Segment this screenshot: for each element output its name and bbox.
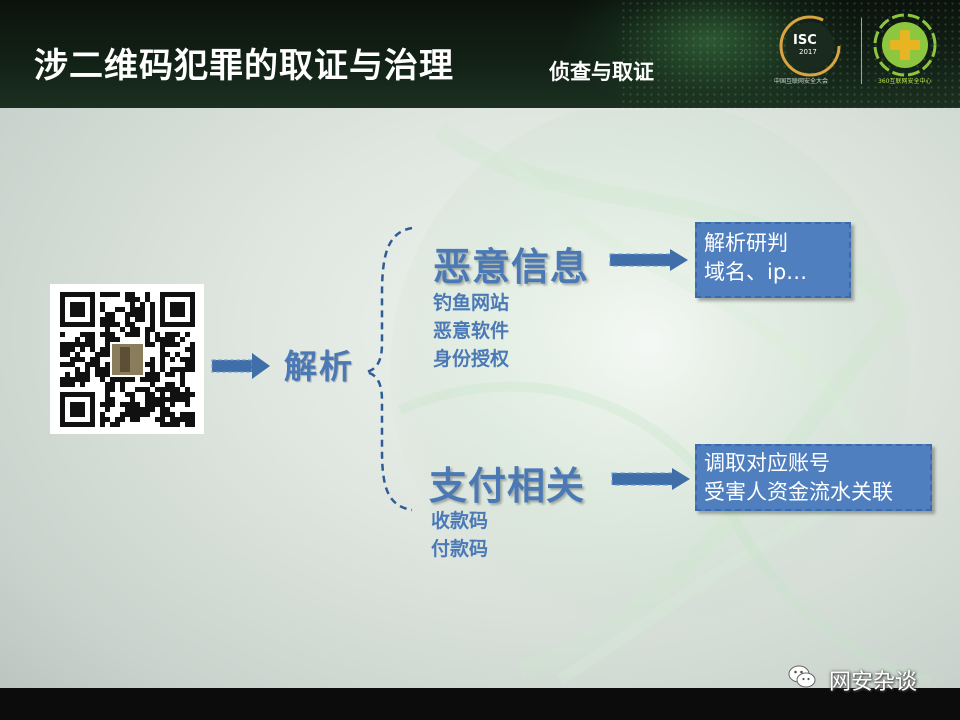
parse-label: 解析 [284, 347, 354, 386]
partner-logo-caption: 360互联网安全中心 [878, 78, 932, 85]
slide-subtitle: 侦查与取证 [549, 60, 654, 84]
result-line: 调取对应账号 [704, 451, 830, 475]
result-line: 解析研判 [704, 231, 788, 255]
arrow-to-result-icon [609, 249, 688, 271]
background-swirl [390, 110, 931, 686]
branch-item: 恶意软件 [433, 320, 510, 342]
watermark-text: 网安杂谈 [829, 670, 918, 695]
arrow-to-parse-icon [211, 353, 270, 379]
result-box-payment: 调取对应账号 受害人资金流水关联 [695, 444, 932, 511]
arrow-to-result-icon [611, 468, 690, 490]
isc-logo-text: ISC [793, 33, 817, 48]
result-line: 受害人资金流水关联 [704, 480, 893, 504]
slide-title: 涉二维码犯罪的取证与治理 [34, 46, 454, 86]
branch-heading-payment: 支付相关 [429, 464, 586, 508]
branch-item: 钓鱼网站 [433, 292, 510, 314]
wechat-icon [788, 665, 816, 688]
branch-brace [365, 226, 413, 512]
isc-logo-year: 2017 [799, 48, 817, 56]
branch-item: 收款码 [431, 510, 489, 532]
slide: 涉二维码犯罪的取证与治理 侦查与取证 ISC 2017 中国互联网安全大会 36… [0, 0, 960, 720]
logo-divider [861, 18, 862, 84]
isc-logo-caption: 中国互联网安全大会 [774, 78, 829, 85]
security-plus-logo-icon [873, 13, 937, 77]
branch-item: 身份授权 [433, 348, 510, 370]
result-line: 域名、ip… [704, 260, 808, 284]
branch-heading-malicious: 恶意信息 [433, 245, 590, 289]
result-box-malicious: 解析研判 域名、ip… [695, 222, 851, 298]
footer-bar [0, 688, 960, 720]
branch-item: 付款码 [431, 538, 489, 560]
header-band: 涉二维码犯罪的取证与治理 侦查与取证 ISC 2017 中国互联网安全大会 36… [0, 0, 960, 108]
qr-code-image [50, 284, 204, 434]
